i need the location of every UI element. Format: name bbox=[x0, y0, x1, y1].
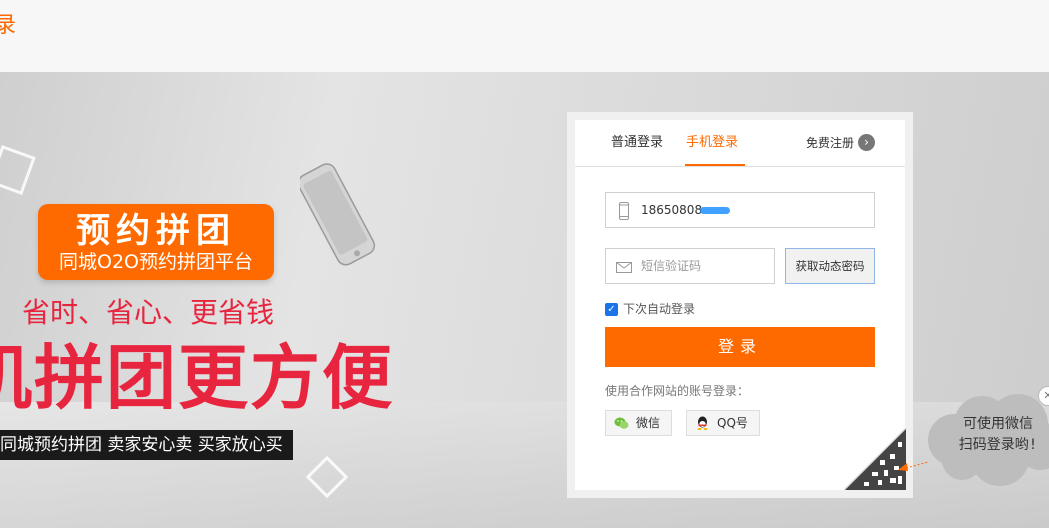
chevron-right-icon[interactable]: › bbox=[858, 134, 875, 151]
logo-text: 录 bbox=[0, 13, 17, 38]
wechat-login-button[interactable]: 微信 bbox=[605, 410, 672, 436]
badge-subtitle: 同城O2O预约拼团平台 bbox=[59, 251, 253, 273]
login-tabs: 普通登录 手机登录 免费注册 › bbox=[575, 120, 905, 167]
wechat-label: 微信 bbox=[636, 416, 661, 430]
wechat-icon bbox=[614, 417, 629, 429]
qr-tip-text: 可使用微信 扫码登录哟! bbox=[948, 414, 1048, 456]
phone-input[interactable] bbox=[641, 201, 861, 219]
mail-icon bbox=[616, 262, 632, 273]
tab-phone-login[interactable]: 手机登录 bbox=[686, 134, 738, 152]
partner-login-label: 使用合作网站的账号登录： bbox=[605, 384, 750, 398]
qq-icon bbox=[697, 416, 708, 430]
top-bar: 录 bbox=[0, 0, 1049, 72]
decorative-cube bbox=[0, 145, 36, 195]
phone-image bbox=[300, 163, 376, 266]
phone-field bbox=[605, 192, 875, 228]
redaction-scribble bbox=[700, 207, 730, 214]
qr-code-icon[interactable] bbox=[844, 428, 906, 490]
login-button[interactable]: 登录 bbox=[605, 327, 875, 367]
remember-label: 下次自动登录 bbox=[623, 302, 696, 316]
sms-code-field bbox=[605, 248, 775, 284]
slogan-headline: 机拼团更方便 bbox=[0, 337, 394, 419]
slogan-tagline: 同城预约拼团 卖家安心卖 买家放心买 bbox=[0, 430, 293, 460]
get-code-button[interactable]: 获取动态密码 bbox=[785, 248, 875, 284]
sms-code-input[interactable] bbox=[641, 257, 766, 275]
remember-checkbox[interactable]: ✓ bbox=[605, 303, 618, 316]
qq-label: QQ号 bbox=[717, 416, 748, 430]
qr-tip-line-1: 可使用微信 bbox=[963, 416, 1033, 432]
phone-icon bbox=[619, 202, 629, 220]
qq-login-button[interactable]: QQ号 bbox=[686, 410, 760, 436]
active-tab-indicator bbox=[685, 164, 745, 166]
qr-tip-line-2: 扫码登录哟! bbox=[958, 437, 1038, 453]
tab-normal-login[interactable]: 普通登录 bbox=[611, 134, 663, 152]
promo-badge: 预约拼团 同城O2O预约拼团平台 bbox=[38, 204, 274, 280]
slogan-primary: 省时、省心、更省钱 bbox=[22, 296, 275, 329]
badge-title: 预约拼团 bbox=[76, 211, 236, 251]
register-link[interactable]: 免费注册 bbox=[806, 134, 854, 152]
